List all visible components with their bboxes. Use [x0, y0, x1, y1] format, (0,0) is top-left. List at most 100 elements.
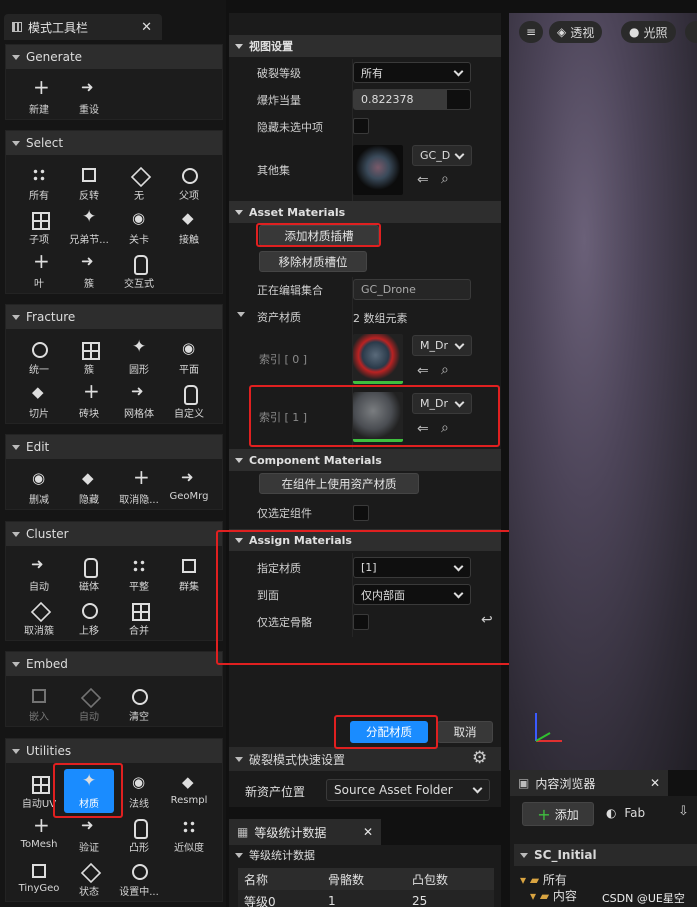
column-header-name[interactable]: 名称 — [238, 871, 322, 888]
view-settings-header[interactable]: 视图设置 — [229, 35, 501, 57]
use-asset-materials-on-component-button[interactable]: 在组件上使用资产材质 — [259, 473, 419, 494]
browse-asset-icon[interactable]: ⌕ — [441, 171, 449, 187]
explode-amount-slider[interactable]: 0.822378 — [353, 89, 471, 110]
section-header-cluster[interactable]: Cluster — [6, 522, 222, 546]
use-selected-arrow-icon[interactable]: ⇐ — [417, 172, 429, 188]
tool-geomerge[interactable]: GeoMrg — [164, 465, 214, 509]
table-row[interactable]: 等级0 1 25 — [238, 890, 494, 907]
tool-resample[interactable]: Resmpl — [164, 769, 214, 813]
tool-auto-cluster[interactable]: 自动 — [14, 552, 64, 596]
component-materials-header[interactable]: Component Materials — [229, 449, 501, 471]
fab-button[interactable]: ◐ Fab — [606, 806, 645, 820]
tool-prune[interactable]: 删减 — [14, 465, 64, 509]
perspective-button[interactable]: ◈ 透视 — [549, 21, 603, 43]
tool-uniform[interactable]: 统一 — [14, 335, 64, 379]
fracture-quick-settings-header[interactable]: 破裂模式快速设置 ⚙ — [229, 747, 501, 771]
add-button[interactable]: + 添加 — [522, 802, 594, 826]
new-asset-location-value: Source Asset Folder — [334, 783, 453, 797]
cancel-button[interactable]: 取消 — [437, 721, 493, 743]
tool-group[interactable]: 群集 — [164, 552, 214, 596]
tool-proximity[interactable]: 近似度 — [164, 813, 214, 857]
section-header-generate[interactable]: Generate — [6, 45, 222, 69]
tool-magnet[interactable]: 磁体 — [64, 552, 114, 596]
tool-plane[interactable]: 平面 — [164, 335, 214, 379]
tool-merge[interactable]: 合并 — [114, 596, 164, 640]
tree-item-content[interactable]: ▾ ▰ 内容 — [520, 888, 577, 904]
tool-state[interactable]: 状态 — [64, 857, 114, 901]
tool-siblings[interactable]: 兄弟节... — [64, 205, 114, 249]
tool-new[interactable]: 新建 — [14, 75, 64, 119]
browse-asset-icon[interactable]: ⌕ — [441, 362, 449, 378]
tool-convex[interactable]: 凸形 — [114, 813, 164, 857]
tool-flatten[interactable]: 平整 — [114, 552, 164, 596]
tree-root-header[interactable]: SC_Initial — [514, 844, 697, 866]
gear-icon[interactable]: ⚙ — [472, 748, 487, 768]
tool-radial[interactable]: 圆形 — [114, 335, 164, 379]
hamburger-icon[interactable]: ≡ — [519, 21, 543, 43]
section-header-utilities[interactable]: Utilities — [6, 739, 222, 763]
close-icon[interactable]: ✕ — [363, 825, 373, 839]
content-browser-tab[interactable]: ▣ 内容浏览器 ✕ — [510, 770, 668, 796]
level-stats-section-header[interactable]: 等级统计数据 — [229, 845, 501, 865]
tool-to-mesh[interactable]: ToMesh — [14, 813, 64, 857]
tool-contact[interactable]: 接触 — [164, 205, 214, 249]
viewport-options-button[interactable] — [685, 21, 697, 43]
tool-uncluster[interactable]: 取消簇 — [14, 596, 64, 640]
tool-set-initial[interactable]: 设置中... — [114, 857, 164, 901]
section-header-embed[interactable]: Embed — [6, 652, 222, 676]
material-0-thumbnail[interactable] — [353, 334, 403, 384]
slice-icon — [29, 383, 49, 403]
level-stats-tab[interactable]: ▦ 等级统计数据 ✕ — [229, 819, 381, 845]
level-viewport[interactable]: ≡ ◈ 透视 ● 光照 — [509, 13, 697, 770]
tool-mesh[interactable]: 网格体 — [114, 379, 164, 423]
group-icon — [179, 556, 199, 576]
tool-cluster[interactable]: 簇 — [64, 249, 114, 293]
tool-select-all[interactable]: 所有 — [14, 161, 64, 205]
tool-slice[interactable]: 切片 — [14, 379, 64, 423]
section-header-fracture[interactable]: Fracture — [6, 305, 222, 329]
remove-material-slot-button[interactable]: 移除材质槽位 — [259, 251, 367, 272]
tool-children[interactable]: 子项 — [14, 205, 64, 249]
tool-clear[interactable]: 清空 — [114, 682, 164, 726]
column-header-convex[interactable]: 凸包数 — [406, 871, 448, 888]
drone-thumbnail[interactable] — [353, 145, 403, 195]
tool-move-up[interactable]: 上移 — [64, 596, 114, 640]
mode-toolbar-tab[interactable]: 模式工具栏 ✕ — [4, 14, 162, 40]
only-selected-components-checkbox[interactable] — [353, 505, 369, 521]
tool-cluster-fracture[interactable]: 簇 — [64, 335, 114, 379]
import-icon[interactable]: ⇩ — [678, 804, 689, 819]
convex-icon — [129, 817, 149, 839]
tool-embed[interactable]: 嵌入 — [14, 682, 64, 726]
use-selected-arrow-icon[interactable]: ⇐ — [417, 363, 429, 379]
tool-level[interactable]: 关卡 — [114, 205, 164, 249]
tool-parent[interactable]: 父项 — [164, 161, 214, 205]
tool-hide[interactable]: 隐藏 — [64, 465, 114, 509]
asset-materials-header[interactable]: Asset Materials — [229, 201, 501, 223]
other-sets-dropdown[interactable]: GC_D — [412, 145, 472, 166]
collapse-arrow-icon[interactable] — [237, 312, 251, 317]
tool-leaf[interactable]: 叶 — [14, 249, 64, 293]
tree-item-all[interactable]: ▾ ▰ 所有 — [520, 872, 577, 888]
tool-unhide[interactable]: 取消隐... — [114, 465, 164, 509]
tool-reset[interactable]: 重设 — [64, 75, 114, 119]
tool-custom[interactable]: 自定义 — [164, 379, 214, 423]
material-0-dropdown[interactable]: M_Dr — [412, 335, 472, 356]
lit-mode-button[interactable]: ● 光照 — [621, 21, 676, 43]
section-header-edit[interactable]: Edit — [6, 435, 222, 459]
tool-interactive[interactable]: 交互式 — [114, 249, 164, 293]
tool-label: 群集 — [179, 582, 199, 593]
tool-auto-embed[interactable]: 自动 — [64, 682, 114, 726]
column-header-bones[interactable]: 骨骼数 — [322, 871, 406, 888]
level-icon — [129, 209, 149, 229]
fracture-level-dropdown[interactable]: 所有 — [353, 62, 471, 83]
tool-invert[interactable]: 反转 — [64, 161, 114, 205]
hide-unselected-checkbox[interactable] — [353, 118, 369, 134]
new-asset-location-dropdown[interactable]: Source Asset Folder — [326, 779, 490, 801]
tool-brick[interactable]: 砖块 — [64, 379, 114, 423]
close-icon[interactable]: ✕ — [650, 776, 660, 790]
section-header-select[interactable]: Select — [6, 131, 222, 155]
tool-validate[interactable]: 验证 — [64, 813, 114, 857]
tool-tiny-geo[interactable]: TinyGeo — [14, 857, 64, 901]
tool-select-none[interactable]: 无 — [114, 161, 164, 205]
close-icon[interactable]: ✕ — [141, 20, 152, 35]
